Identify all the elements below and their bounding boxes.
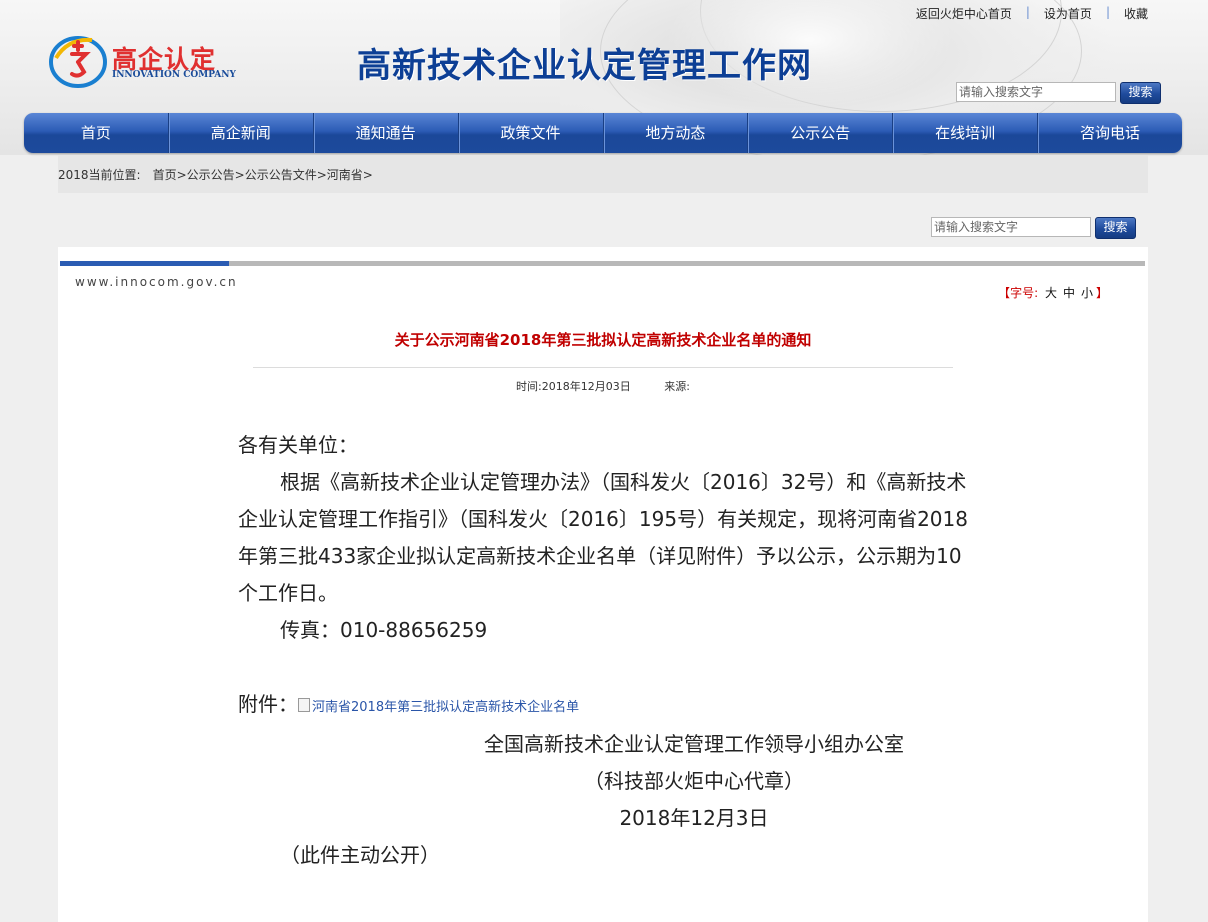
breadcrumb: 2018当前位置: 首页>公示公告>公示公告文件>河南省> (58, 166, 373, 183)
link-favorite[interactable]: 收藏 (1110, 5, 1148, 22)
content-search-button[interactable]: 搜索 (1095, 217, 1136, 239)
broken-image-icon (298, 698, 310, 712)
logo-emblem-icon (49, 36, 107, 88)
nav-item-training[interactable]: 在线培训 (892, 113, 1037, 153)
bracket: 】 (1095, 286, 1108, 300)
link-home-torch[interactable]: 返回火炬中心首页 (902, 5, 1026, 22)
site-domain: www.innocom.gov.cn (75, 275, 238, 289)
main-nav: 首页 高企新闻 通知通告 政策文件 地方动态 公示公告 在线培训 咨询电话 (24, 113, 1182, 153)
article-panel: www.innocom.gov.cn 【字号: 大中小】 关于公示河南省2018… (58, 247, 1148, 922)
font-size-medium[interactable]: 中 (1063, 286, 1075, 300)
title-divider (253, 367, 953, 368)
nav-item-home[interactable]: 首页 (24, 113, 168, 153)
fax-line: 传真：010-88656259 (280, 618, 488, 642)
nav-item-news[interactable]: 高企新闻 (167, 113, 313, 153)
font-size-large[interactable]: 大 (1045, 286, 1057, 300)
logo-subtext: INNOVATION COMPANY (112, 70, 236, 80)
main-paragraph: 根据《高新技术企业认定管理办法》（国科发火〔2016〕32号）和《高新技术企业认… (238, 470, 968, 605)
attachment-line: 附件： 河南省2018年第三批拟认定高新技术企业名单 (238, 686, 970, 726)
font-size-control: 【字号: 大中小】 (998, 284, 1108, 301)
logo[interactable]: 高企认定 INNOVATION COMPANY (48, 28, 248, 90)
header-search-input[interactable]: 请输入搜索文字 (956, 82, 1116, 102)
attachment-label: 附件： (238, 692, 298, 716)
time-label: 时间: (516, 380, 542, 393)
font-size-small[interactable]: 小 (1081, 286, 1093, 300)
salutation: 各有关单位： (238, 433, 358, 457)
time-value: 2018年12月03日 (541, 380, 631, 393)
nav-item-notices[interactable]: 通知通告 (312, 113, 458, 153)
breadcrumb-prefix: 2018当前位置: (58, 168, 141, 182)
signature-sub: （科技部火炬中心代章） (584, 769, 804, 793)
breadcrumb-bar: 2018当前位置: 首页>公示公告>公示公告文件>河南省> (58, 155, 1148, 193)
article-top-bar (60, 261, 1145, 266)
signature-org: 全国高新技术企业认定管理工作领导小组办公室 (484, 732, 904, 756)
breadcrumb-path[interactable]: 首页>公示公告>公示公告文件>河南省> (153, 168, 373, 182)
attachment-link[interactable]: 河南省2018年第三批拟认定高新技术企业名单 (312, 700, 579, 715)
source-label: 来源: (664, 380, 690, 393)
top-links: 返回火炬中心首页 | 设为首页 | 收藏 (902, 5, 1148, 22)
public-note: （此件主动公开） (280, 843, 440, 867)
content-search-input[interactable]: 请输入搜索文字 (931, 217, 1091, 237)
signature-date: 2018年12月3日 (619, 806, 769, 830)
nav-item-contact[interactable]: 咨询电话 (1037, 113, 1182, 153)
bracket: 【 (998, 286, 1011, 300)
site-title: 高新技术企业认定管理工作网 (357, 46, 812, 86)
link-set-homepage[interactable]: 设为首页 (1030, 5, 1106, 22)
article-top-bar-accent (60, 261, 229, 266)
nav-item-announcements[interactable]: 公示公告 (747, 113, 892, 153)
article-title: 关于公示河南省2018年第三批拟认定高新技术企业名单的通知 (394, 331, 812, 349)
nav-item-policy[interactable]: 政策文件 (457, 113, 603, 153)
header-search-button[interactable]: 搜索 (1120, 82, 1161, 104)
nav-item-local[interactable]: 地方动态 (602, 113, 748, 153)
font-size-label: 字号: (1010, 286, 1039, 300)
article-meta: 时间:2018年12月03日 来源: (58, 378, 1148, 394)
article-body: 各有关单位： 根据《高新技术企业认定管理办法》（国科发火〔2016〕32号）和《… (238, 427, 970, 874)
